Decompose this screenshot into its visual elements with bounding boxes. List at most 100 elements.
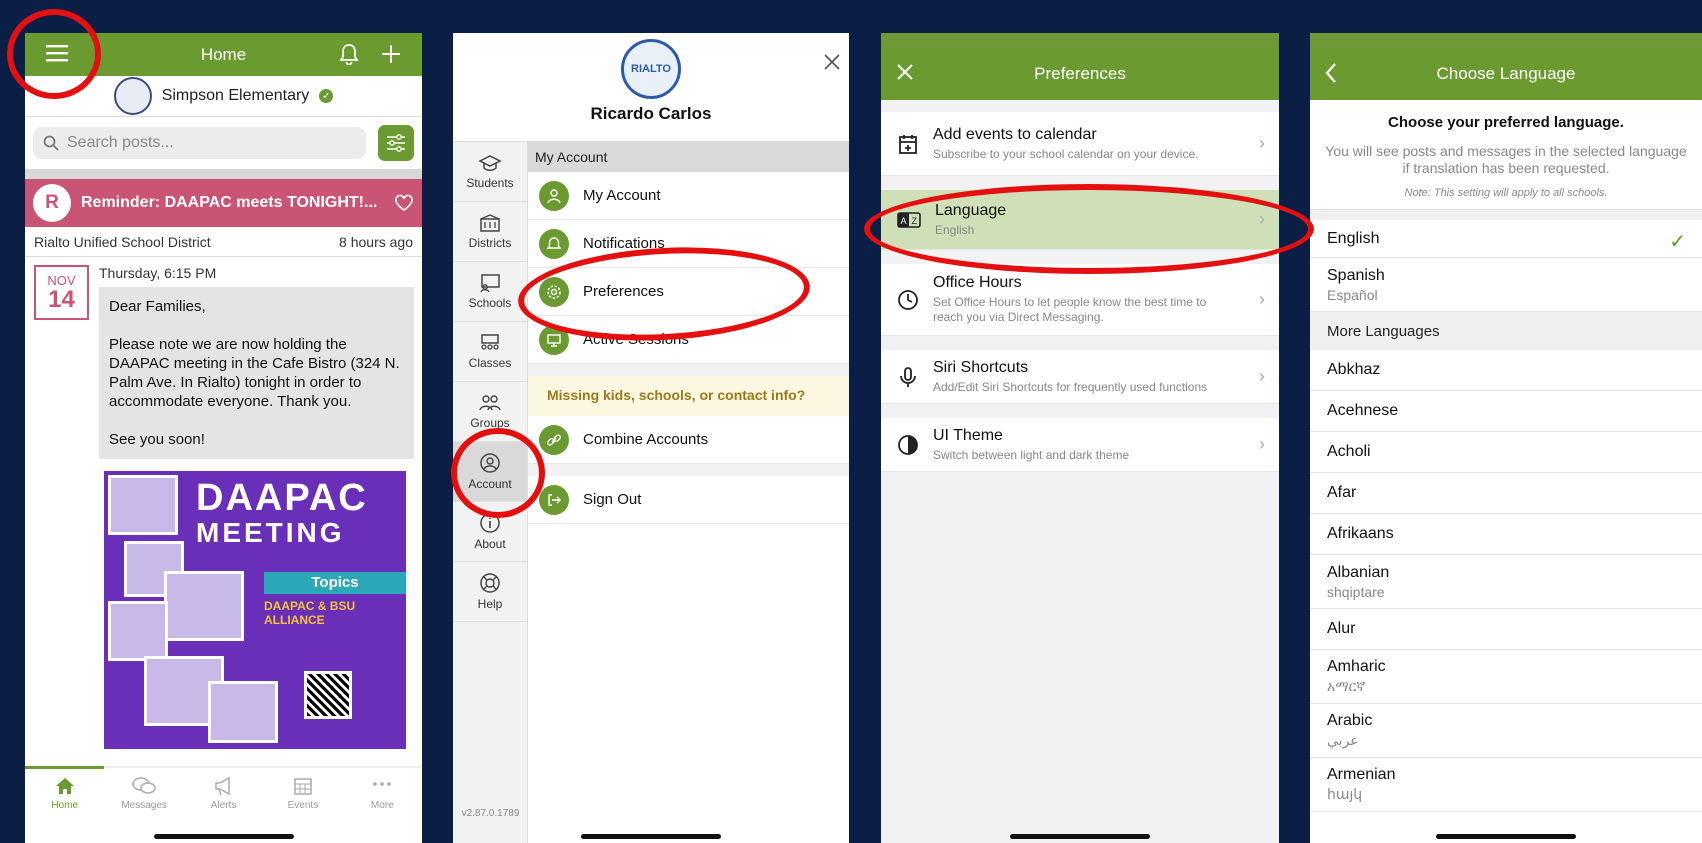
- alert-post-header[interactable]: R Reminder: DAAPAC meets TONIGHT!...: [25, 179, 422, 227]
- intro-note: Note: This setting will apply to all sch…: [1404, 187, 1608, 199]
- pref-subtitle: Switch between light and dark theme: [933, 447, 1130, 462]
- school-selector[interactable]: Simpson Elementary ✓: [25, 76, 422, 117]
- combine-accounts-item[interactable]: Combine Accounts: [528, 416, 849, 464]
- language-option-albanian[interactable]: Albanian shqiptare: [1310, 555, 1702, 609]
- side-label: Districts: [468, 236, 512, 250]
- language-native: አማርኛ: [1327, 678, 1366, 694]
- building-icon: [478, 213, 502, 233]
- language-option-spanish[interactable]: Spanish Español: [1310, 258, 1702, 312]
- page-title: Choose Language: [1436, 64, 1576, 83]
- language-option-arabic[interactable]: Arabic عربي: [1310, 704, 1702, 758]
- tab-home[interactable]: Home: [25, 766, 105, 818]
- side-item-classes[interactable]: Classes: [453, 322, 527, 382]
- tab-bar: Home Messages Alerts Events More: [25, 766, 422, 818]
- pref-subtitle: Add/Edit Siri Shortcuts for frequently u…: [933, 379, 1208, 394]
- preferences-item[interactable]: Preferences: [528, 268, 849, 316]
- side-item-districts[interactable]: Districts: [453, 202, 527, 262]
- add-icon[interactable]: [381, 44, 401, 64]
- language-icon: AZ: [897, 210, 921, 230]
- tab-label: Events: [287, 799, 319, 811]
- filter-button[interactable]: [378, 125, 414, 161]
- microphone-icon: [897, 366, 919, 388]
- school-name: Simpson Elementary: [161, 87, 310, 104]
- notifications-item[interactable]: Notifications: [528, 220, 849, 268]
- side-item-about[interactable]: About: [453, 502, 527, 562]
- sign-out-item[interactable]: Sign Out: [528, 476, 849, 524]
- svg-text:A: A: [901, 216, 907, 226]
- sliders-icon: [386, 134, 406, 152]
- stacked-header: [1310, 33, 1702, 48]
- tab-label: Messages: [121, 799, 167, 811]
- back-chevron-icon[interactable]: [1324, 62, 1338, 84]
- item-label: Preferences: [583, 283, 664, 300]
- home-icon: [54, 776, 76, 796]
- tab-events[interactable]: Events: [263, 768, 342, 818]
- flyer-image[interactable]: DAAPAC MEETING Topics DAAPAC & BSU ALLIA…: [104, 471, 406, 749]
- home-indicator: [1010, 834, 1150, 839]
- language-option-alur[interactable]: Alur: [1310, 609, 1702, 650]
- group-icon: [478, 393, 502, 413]
- side-label: Schools: [468, 296, 512, 310]
- stacked-header: [881, 33, 1279, 48]
- language-option-afar[interactable]: Afar: [1310, 473, 1702, 514]
- tab-more[interactable]: More: [343, 768, 422, 818]
- close-icon[interactable]: [823, 53, 841, 71]
- bell-icon: [539, 228, 569, 259]
- language-option-acehnese[interactable]: Acehnese: [1310, 391, 1702, 432]
- language-name: Spanish: [1327, 266, 1385, 284]
- my-account-item[interactable]: My Account: [528, 172, 849, 220]
- language-option-english[interactable]: English ✓: [1310, 220, 1702, 258]
- pref-text: Office Hours Set Office Hours to let peo…: [933, 274, 1233, 325]
- tab-alerts[interactable]: Alerts: [184, 768, 263, 818]
- pref-row-office-hours[interactable]: Office Hours Set Office Hours to let peo…: [881, 264, 1279, 336]
- heart-icon[interactable]: [394, 194, 414, 212]
- link-icon: [539, 424, 569, 455]
- side-item-account[interactable]: Account: [453, 442, 527, 502]
- language-option-afrikaans[interactable]: Afrikaans: [1310, 514, 1702, 555]
- pref-title: Office Hours: [933, 274, 1022, 291]
- school-crest-icon: [113, 77, 152, 115]
- pref-text: Add events to calendar Subscribe to your…: [933, 126, 1198, 162]
- search-input[interactable]: Search posts...: [33, 127, 366, 159]
- language-option-armenian[interactable]: Armenian հայկ: [1310, 758, 1702, 812]
- flyer-topics: Topics: [264, 572, 406, 594]
- language-option-abkhaz[interactable]: Abkhaz: [1310, 350, 1702, 391]
- language-option-acholi[interactable]: Acholi: [1310, 432, 1702, 473]
- more-languages-header: More Languages: [1310, 312, 1702, 350]
- account-header: RIALTO Ricardo Carlos: [453, 39, 849, 147]
- svg-text:Z: Z: [912, 216, 918, 226]
- language-intro: Choose your preferred language. You will…: [1310, 100, 1702, 210]
- side-item-students[interactable]: Students: [453, 142, 527, 202]
- tab-messages[interactable]: Messages: [104, 768, 183, 818]
- language-name: Abkhaz: [1327, 361, 1381, 378]
- pref-row-siri[interactable]: Siri Shortcuts Add/Edit Siri Shortcuts f…: [881, 350, 1279, 404]
- side-item-groups[interactable]: Groups: [453, 382, 527, 442]
- user-name: Ricardo Carlos: [590, 104, 712, 123]
- chevron-right-icon: ›: [1259, 366, 1265, 386]
- language-header: Choose Language: [1310, 48, 1702, 100]
- contrast-icon: [897, 434, 919, 456]
- missing-info-banner[interactable]: Missing kids, schools, or contact info?: [528, 376, 849, 416]
- pref-title: UI Theme: [933, 426, 1003, 444]
- avatar: R: [33, 184, 71, 222]
- pref-row-theme[interactable]: UI Theme Switch between light and dark t…: [881, 418, 1279, 472]
- side-item-schools[interactable]: Schools: [453, 262, 527, 322]
- pref-row-language[interactable]: AZ Language English ›: [881, 190, 1279, 250]
- language-name: Amharic: [1327, 658, 1386, 675]
- sign-out-icon: [539, 484, 569, 515]
- item-label: Sign Out: [583, 491, 642, 508]
- close-icon[interactable]: [895, 62, 915, 82]
- active-sessions-item[interactable]: Active Sessions: [528, 316, 849, 364]
- post-body: Dear Families, Please note we are now ho…: [99, 287, 414, 459]
- item-label: Active Sessions: [583, 331, 689, 348]
- pref-row-calendar[interactable]: Add events to calendar Subscribe to your…: [881, 112, 1279, 176]
- language-option-amharic[interactable]: Amharic አማርኛ: [1310, 650, 1702, 704]
- clock-icon: [897, 289, 919, 311]
- side-item-help[interactable]: Help: [453, 562, 527, 622]
- post-content: Thursday, 6:15 PM Dear Families, Please …: [99, 265, 414, 749]
- bell-icon[interactable]: [339, 43, 359, 65]
- pref-text: UI Theme Switch between light and dark t…: [933, 427, 1129, 463]
